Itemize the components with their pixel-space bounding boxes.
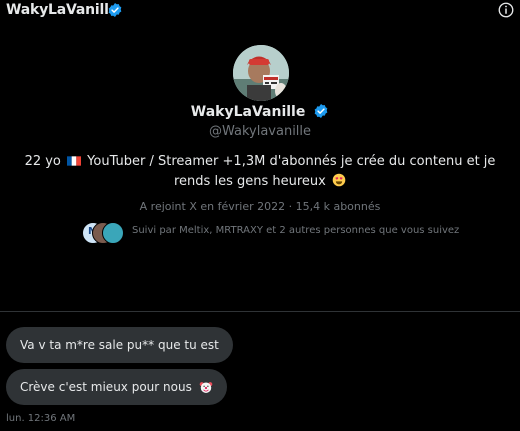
profile-bio: 22 yo YouTuber / Streamer +1,3M d'abonné… (20, 152, 500, 192)
message-bubble[interactable]: Crève c'est mieux pour nous (6, 369, 227, 405)
avatar-image (233, 45, 289, 101)
bio-age: 22 yo (24, 154, 61, 169)
verified-badge-icon (314, 104, 328, 118)
verified-badge-icon (108, 3, 122, 17)
france-flag-icon (67, 156, 82, 166)
message-bubble[interactable]: Va v ta m*re sale pu** que tu est (6, 327, 233, 363)
profile-avatar[interactable] (233, 45, 289, 101)
followed-by-row[interactable]: M Suivi par Meltix, MRTRAXY et 2 autres … (82, 222, 502, 244)
conversation-header: WakyLaVanille (0, 0, 520, 22)
profile-handle[interactable]: @Wakylavanille (0, 124, 520, 139)
clown-emoji-icon (199, 382, 212, 393)
profile-name-row: WakyLaVanille (0, 104, 520, 120)
profile-name[interactable]: WakyLaVanille (191, 104, 306, 120)
bio-text: YouTuber / Streamer +1,3M d'abonnés je c… (87, 154, 496, 189)
message-text: Va v ta m*re sale pu** que tu est (20, 338, 219, 352)
follower-avatar (102, 222, 124, 244)
profile-meta: A rejoint X en février 2022 · 15,4 k abo… (139, 200, 381, 213)
message-timestamp: lun. 12:36 AM (6, 413, 76, 424)
divider (0, 311, 520, 312)
message-text: Crève c'est mieux pour nous (20, 380, 192, 394)
header-username[interactable]: WakyLaVanille (6, 2, 118, 18)
heart-eyes-emoji-icon (332, 173, 346, 187)
info-icon[interactable] (497, 1, 515, 19)
followed-by-text: Suivi par Meltix, MRTRAXY et 2 autres pe… (132, 225, 460, 236)
